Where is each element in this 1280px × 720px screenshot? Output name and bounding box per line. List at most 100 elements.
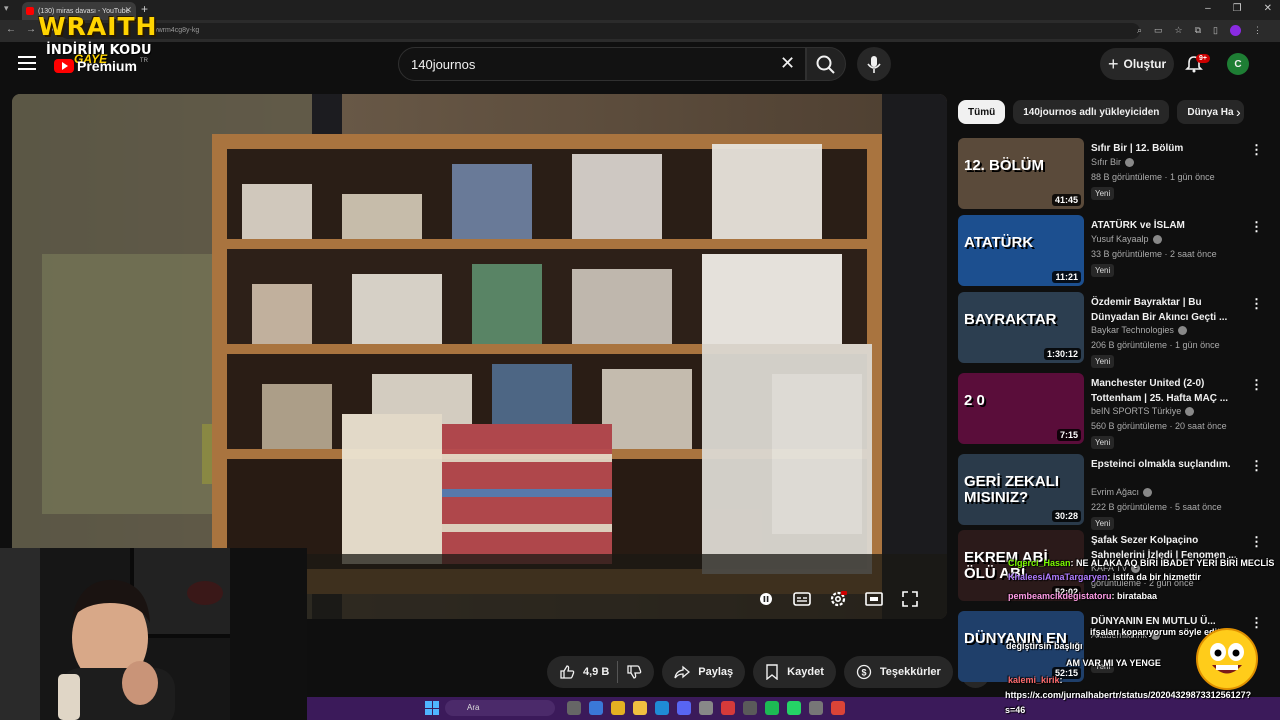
app-icon[interactable] xyxy=(765,701,779,715)
search-input[interactable]: 140journos xyxy=(398,47,806,81)
share-label: Paylaş xyxy=(698,666,734,678)
video-player[interactable] xyxy=(12,94,947,619)
minimize-button[interactable]: – xyxy=(1205,3,1211,14)
voice-search-button[interactable] xyxy=(857,47,891,81)
chip-uploader[interactable]: 140journos adlı yükleyiciden xyxy=(1013,100,1170,124)
windows-start-icon[interactable] xyxy=(425,701,439,715)
maximize-button[interactable]: ❐ xyxy=(1233,3,1242,14)
chip-all[interactable]: Tümü xyxy=(958,100,1006,124)
fullscreen-icon[interactable] xyxy=(899,588,921,610)
video-thumbnail[interactable]: 12. BÖLÜM 41:45 xyxy=(958,138,1084,209)
app-icon[interactable] xyxy=(699,701,713,715)
more-options-icon[interactable]: ⋮ xyxy=(1250,142,1263,158)
subtitles-icon[interactable] xyxy=(791,588,813,610)
recommendation-item[interactable]: 2 0 7:15 Manchester United (2-0) Tottenham… xyxy=(958,373,1263,449)
share-button[interactable]: Paylaş xyxy=(662,656,746,688)
bookmark-star-icon[interactable]: ☆ xyxy=(1175,25,1183,36)
url-field[interactable]: =vwrm4cg8y-kg xyxy=(60,23,1140,39)
recommendation-item[interactable]: BAYRAKTAR 1:30:12 Özdemir Bayraktar | Bu D… xyxy=(958,292,1263,368)
video-title[interactable]: ATATÜRK ve İSLAM xyxy=(1091,218,1241,233)
video-duration: 30:28 xyxy=(1051,510,1081,522)
whatsapp-icon[interactable] xyxy=(787,701,801,715)
zoom-icon[interactable]: ⌕ xyxy=(1137,25,1142,36)
app-icon[interactable] xyxy=(743,701,757,715)
address-bar-icons: ⌕ ▭ ☆ ⧉ ▯ ⋮ xyxy=(1137,25,1262,36)
task-view-icon[interactable] xyxy=(567,701,581,715)
create-button[interactable]: + Oluştur xyxy=(1100,48,1174,80)
like-count: 4,9 B xyxy=(583,666,610,678)
new-badge: Yeni xyxy=(1091,264,1115,277)
close-window-button[interactable]: ✕ xyxy=(1264,3,1272,14)
more-options-icon[interactable]: ⋮ xyxy=(1250,219,1263,235)
chrome-icon[interactable] xyxy=(611,701,625,715)
video-title[interactable]: Özdemir Bayraktar | Bu Dünyadan Bir Akın… xyxy=(1091,295,1241,325)
channel-name-row[interactable]: Sıfır Bir xyxy=(1091,157,1135,167)
menu-icon[interactable] xyxy=(18,56,36,72)
more-options-icon[interactable]: ⋮ xyxy=(1250,377,1263,393)
more-options-icon[interactable]: ⋮ xyxy=(1250,615,1263,631)
extensions-icon[interactable]: ⧉ xyxy=(1195,25,1201,36)
channel-name: Yusuf Kayaalp xyxy=(1091,234,1149,244)
video-thumbnail[interactable]: GERİ ZEKALI MISINIZ? 30:28 xyxy=(958,454,1084,525)
channel-name-row[interactable]: Baykar Technologies xyxy=(1091,325,1187,335)
settings-gear-icon[interactable] xyxy=(827,588,849,610)
sidebar-icon[interactable]: ▯ xyxy=(1213,25,1218,36)
more-options-icon[interactable]: ⋮ xyxy=(1250,534,1263,550)
video-meta: 560 B görüntüleme · 20 saat önce xyxy=(1091,421,1227,431)
chevron-right-icon[interactable]: › xyxy=(1236,104,1241,120)
more-options-icon[interactable]: ⋮ xyxy=(1250,458,1263,474)
video-thumbnail[interactable]: ATATÜRK 11:21 xyxy=(958,215,1084,286)
clear-search-icon[interactable]: ✕ xyxy=(780,53,795,74)
thumbnail-caption: 2 0 xyxy=(964,392,985,409)
create-label: Oluştur xyxy=(1123,57,1167,71)
theater-mode-icon[interactable] xyxy=(863,588,885,610)
thanks-button[interactable]: $ Teşekkürler xyxy=(843,656,953,688)
recommendation-item[interactable]: 12. BÖLÜM 41:45 Sıfır Bir | 12. Bölüm Sıfır… xyxy=(958,138,1263,210)
channel-name-row[interactable]: Yusuf Kayaalp xyxy=(1091,234,1162,244)
verified-check-icon xyxy=(1143,487,1153,497)
app-icon[interactable] xyxy=(721,701,735,715)
discord-icon[interactable] xyxy=(677,701,691,715)
taskbar-search[interactable]: Ara xyxy=(445,700,555,716)
video-title[interactable]: Sıfır Bir | 12. Bölüm xyxy=(1091,141,1241,156)
back-icon[interactable]: ← xyxy=(6,24,16,35)
copilot-icon[interactable] xyxy=(589,701,603,715)
more-options-icon[interactable]: ⋮ xyxy=(1250,296,1263,312)
like-button[interactable]: 4,9 B xyxy=(559,664,609,680)
cast-icon[interactable]: ▭ xyxy=(1154,25,1163,36)
channel-name-row[interactable]: Evrim Ağacı xyxy=(1091,487,1153,497)
microphone-icon xyxy=(867,56,881,73)
thumbs-down-icon[interactable] xyxy=(626,664,642,680)
video-duration: 11:21 xyxy=(1052,271,1081,283)
recommendation-item[interactable]: GERİ ZEKALI MISINIZ? 30:28 Epsteinci olmak… xyxy=(958,454,1263,530)
youtube-premium-logo[interactable]: Premium TR xyxy=(54,58,148,74)
app-icon[interactable] xyxy=(809,701,823,715)
forward-icon[interactable]: → xyxy=(26,24,36,35)
edge-icon[interactable] xyxy=(655,701,669,715)
search-value: 140journos xyxy=(411,57,476,72)
chat-username: kalemi_kirik xyxy=(1008,675,1060,685)
video-title[interactable]: Manchester United (2-0) Tottenham | 25. … xyxy=(1091,376,1241,406)
browser-menu-icon[interactable]: ⋮ xyxy=(1253,25,1262,36)
recommendation-item[interactable]: ATATÜRK 11:21 ATATÜRK ve İSLAM Yusuf Kayaal… xyxy=(958,215,1263,287)
chat-username: Cigerci_Hasan xyxy=(1008,558,1071,568)
pause-icon[interactable] xyxy=(755,588,777,610)
channel-name-row[interactable]: beIN SPORTS Türkiye xyxy=(1091,406,1195,416)
thumbs-up-icon xyxy=(560,665,575,679)
search-button[interactable] xyxy=(806,47,846,81)
file-explorer-icon[interactable] xyxy=(633,701,647,715)
video-thumbnail[interactable]: 2 0 7:15 xyxy=(958,373,1084,444)
chip-world[interactable]: Dünya Ha xyxy=(1177,100,1244,124)
browser-address-bar: ← → ↻ =vwrm4cg8y-kg ⌕ ▭ ☆ ⧉ ▯ ⋮ xyxy=(0,20,1280,42)
taskbar-search-label: Ara xyxy=(467,703,480,712)
verified-check-icon xyxy=(1125,157,1135,167)
chat-text: AM VAR MI YA YENGE xyxy=(1066,658,1161,668)
account-avatar[interactable]: C xyxy=(1227,53,1249,75)
tab-search-icon[interactable]: ▾ xyxy=(4,3,9,14)
chrome-icon[interactable] xyxy=(831,701,845,715)
video-title[interactable]: Epsteinci olmakla suçlandım. xyxy=(1091,457,1241,472)
thumbnail-caption: ATATÜRK xyxy=(964,234,1034,251)
video-thumbnail[interactable]: BAYRAKTAR 1:30:12 xyxy=(958,292,1084,363)
save-button[interactable]: Kaydet xyxy=(753,656,836,688)
browser-profile-icon[interactable] xyxy=(1230,25,1241,36)
